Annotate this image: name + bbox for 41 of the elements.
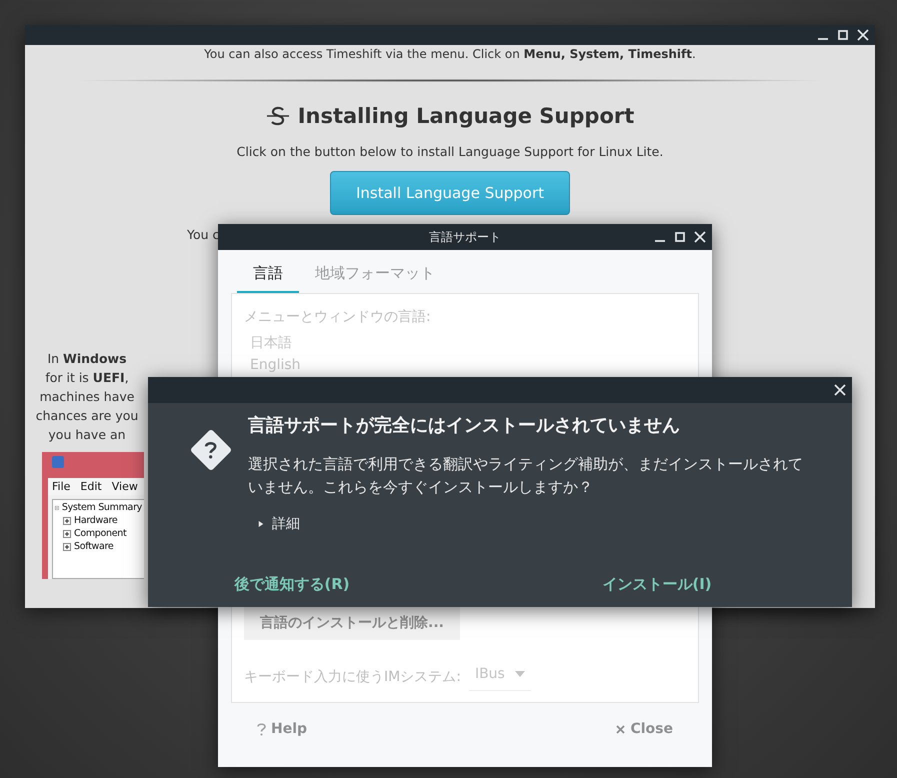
plus-box-icon[interactable] [63, 542, 71, 550]
dialog-button[interactable]: インストール(I) [592, 571, 722, 598]
dialog-message: 選択された言語で利用できる翻訳やライティング補助が、まだインストールされていません。これらを今すぐインストールしますか？ [248, 454, 804, 498]
menu-item[interactable]: Edit [80, 480, 102, 493]
note-text: You can also access Timeshift via the menu. Click on Menu, System, Timeshift. [204, 47, 696, 61]
window-title: 言語サポート [429, 228, 501, 246]
paragraph-text: you have an [48, 426, 126, 444]
caret-icon [514, 671, 525, 677]
paragraph-text: machines have [40, 388, 134, 406]
tree-item[interactable]: Component [74, 528, 126, 539]
paragraph-text: for it is UEFI, [45, 369, 129, 387]
tree-item[interactable]: Software [74, 541, 114, 552]
maximize-icon[interactable] [837, 29, 849, 41]
minus-box-icon[interactable] [55, 504, 59, 512]
close-icon [616, 724, 626, 734]
menu-item[interactable]: View [112, 480, 138, 493]
plus-box-icon[interactable] [63, 516, 71, 524]
strikethrough-s-icon [266, 104, 290, 128]
paragraph-text: In Windows [47, 350, 127, 368]
details-expander[interactable]: 詳細 [256, 513, 302, 535]
dialog-button[interactable]: 後で通知する(R) [224, 571, 360, 598]
close-button[interactable]: Close [614, 719, 675, 739]
install-remove-languages-button[interactable]: 言語のインストールと削除... [244, 606, 460, 640]
tree-item[interactable]: System Summary [62, 502, 142, 513]
field-label: メニューとウィンドウの言語: [244, 308, 432, 326]
tree-item[interactable]: Hardware [74, 515, 118, 526]
close-icon[interactable] [857, 29, 869, 41]
menu-item[interactable]: File [52, 480, 70, 493]
close-icon[interactable] [834, 384, 846, 396]
maximize-icon[interactable] [674, 231, 686, 243]
close-icon[interactable] [694, 231, 706, 243]
plus-box-icon[interactable] [63, 530, 71, 538]
dialog-heading: 言語サポートが完全にはインストールされていません [248, 414, 681, 437]
caret-right-icon [258, 520, 264, 528]
field-label: キーボード入力に使うIMシステム: [244, 668, 461, 686]
section-heading: Installing Language Support [298, 104, 634, 128]
help-button[interactable]: Help [255, 719, 310, 739]
intro-text: Click on the button below to install Language Support for Linux Lite. [236, 144, 664, 159]
paragraph-text: chances are you [36, 407, 138, 425]
question-mark-icon [257, 722, 266, 736]
app-icon [52, 456, 64, 468]
